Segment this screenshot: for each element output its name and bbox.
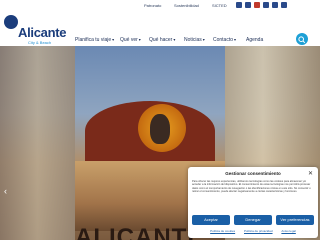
cookie-text: Para ofrecer las mejores experiencias, u…	[192, 180, 311, 194]
cookie-links: Política de cookies Política de privacid…	[188, 229, 318, 233]
hero-face	[150, 114, 170, 144]
search-button[interactable]	[296, 33, 308, 45]
nav-label: Contacto	[213, 37, 234, 43]
nav-item-planifica[interactable]: Planifica tu viaje▾	[75, 37, 114, 43]
top-link-sicted[interactable]: SICTED	[212, 3, 227, 8]
chevron-down-icon: ▾	[202, 37, 205, 42]
hero-veil-left	[0, 46, 75, 240]
nav-label: Agenda	[246, 37, 264, 43]
nav-item-agenda[interactable]: Agenda	[246, 37, 263, 43]
preferences-button[interactable]: Ver preferencias	[276, 215, 314, 225]
chevron-down-icon: ▾	[173, 37, 176, 42]
legal-notice-link[interactable]: Aviso legal	[281, 229, 295, 233]
nav-label: Qué ver	[120, 37, 138, 43]
nav-label: Planifica tu viaje	[75, 37, 112, 43]
accept-button[interactable]: Aceptar	[192, 215, 230, 225]
close-icon[interactable]: ✕	[308, 170, 313, 177]
cookie-policy-link[interactable]: Política de cookies	[210, 229, 235, 233]
linkedin-icon[interactable]	[281, 2, 287, 8]
cookie-dialog: Gestionar consentimiento ✕ Para ofrecer …	[188, 167, 318, 238]
site-logo[interactable]: Alicante	[18, 25, 66, 40]
chevron-down-icon: ▾	[112, 37, 115, 42]
top-link-patronato[interactable]: Patronato	[144, 3, 161, 8]
pinterest-icon[interactable]	[254, 2, 260, 8]
top-link-sostenibilidad[interactable]: Sostenibilidad	[174, 3, 199, 8]
hero-banner-text: ALICANTE	[75, 224, 205, 240]
deny-button[interactable]: Denegar	[234, 215, 272, 225]
site-header: Alicante City & Beach Planifica tu viaje…	[0, 12, 320, 46]
privacy-policy-link[interactable]: Política de privacidad	[244, 229, 273, 233]
facebook-icon[interactable]	[236, 2, 242, 8]
chevron-down-icon: ▾	[138, 37, 141, 42]
top-bar: Patronato Sostenibilidad SICTED	[0, 0, 320, 12]
nav-label: Noticias	[184, 37, 202, 43]
twitter-icon[interactable]	[245, 2, 251, 8]
logo-tagline: City & Beach	[28, 40, 52, 45]
nav-item-que-hacer[interactable]: Qué hacer▾	[149, 37, 175, 43]
chevron-left-icon[interactable]: ‹	[4, 186, 7, 196]
chevron-down-icon: ▾	[234, 37, 237, 42]
search-icon	[298, 36, 306, 44]
nav-item-que-ver[interactable]: Qué ver▾	[120, 37, 141, 43]
nav-label: Qué hacer	[149, 37, 173, 43]
instagram-icon[interactable]	[263, 2, 269, 8]
logo-badge-icon[interactable]	[4, 15, 18, 29]
cookie-title: Gestionar consentimiento	[225, 171, 281, 176]
nav-item-contacto[interactable]: Contacto▾	[213, 37, 236, 43]
youtube-icon[interactable]	[272, 2, 278, 8]
nav-item-noticias[interactable]: Noticias▾	[184, 37, 205, 43]
